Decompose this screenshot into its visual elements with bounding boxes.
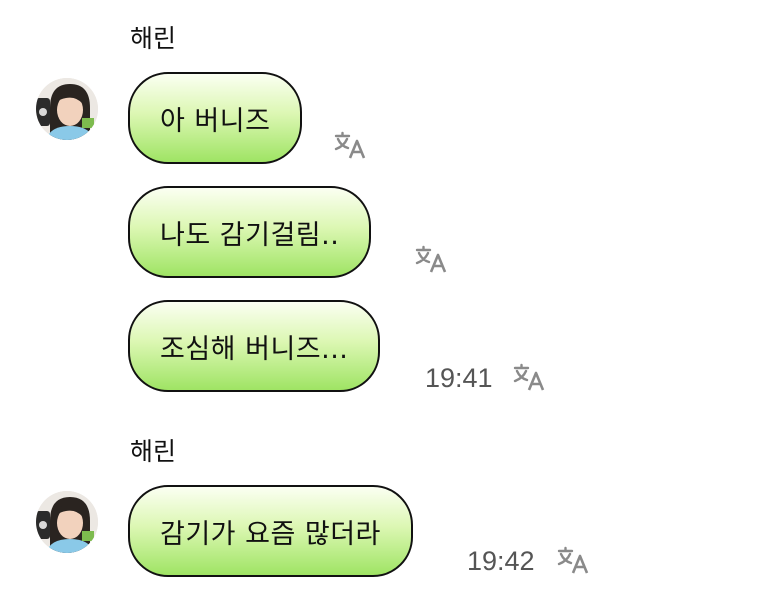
message-timestamp: 19:41 [425, 363, 493, 393]
translate-button[interactable] [512, 362, 548, 392]
profile-photo-icon [36, 78, 98, 140]
translate-button[interactable] [556, 545, 592, 575]
translate-icon [334, 131, 366, 159]
message-bubble[interactable]: 아 버니즈 [128, 72, 303, 164]
translate-icon [557, 546, 589, 574]
message-text: 감기가 요즘 많더라 [160, 518, 381, 550]
message-text: 나도 감기걸림.. [160, 219, 340, 251]
message-bubble[interactable]: 조심해 버니즈... [128, 300, 381, 392]
translate-button[interactable] [414, 244, 450, 274]
message-timestamp: 19:42 [467, 546, 535, 576]
translate-icon [513, 363, 545, 391]
avatar[interactable] [36, 78, 98, 140]
translate-button[interactable] [333, 130, 369, 160]
message-bubble[interactable]: 나도 감기걸림.. [128, 186, 372, 278]
profile-photo-icon [36, 491, 98, 553]
translate-icon [415, 245, 447, 273]
avatar[interactable] [36, 491, 98, 553]
sender-name: 해린 [130, 24, 177, 53]
message-text: 조심해 버니즈... [160, 333, 349, 365]
message-bubble[interactable]: 감기가 요즘 많더라 [128, 485, 413, 577]
message-text: 아 버니즈 [160, 105, 271, 137]
sender-name: 해린 [130, 437, 177, 466]
